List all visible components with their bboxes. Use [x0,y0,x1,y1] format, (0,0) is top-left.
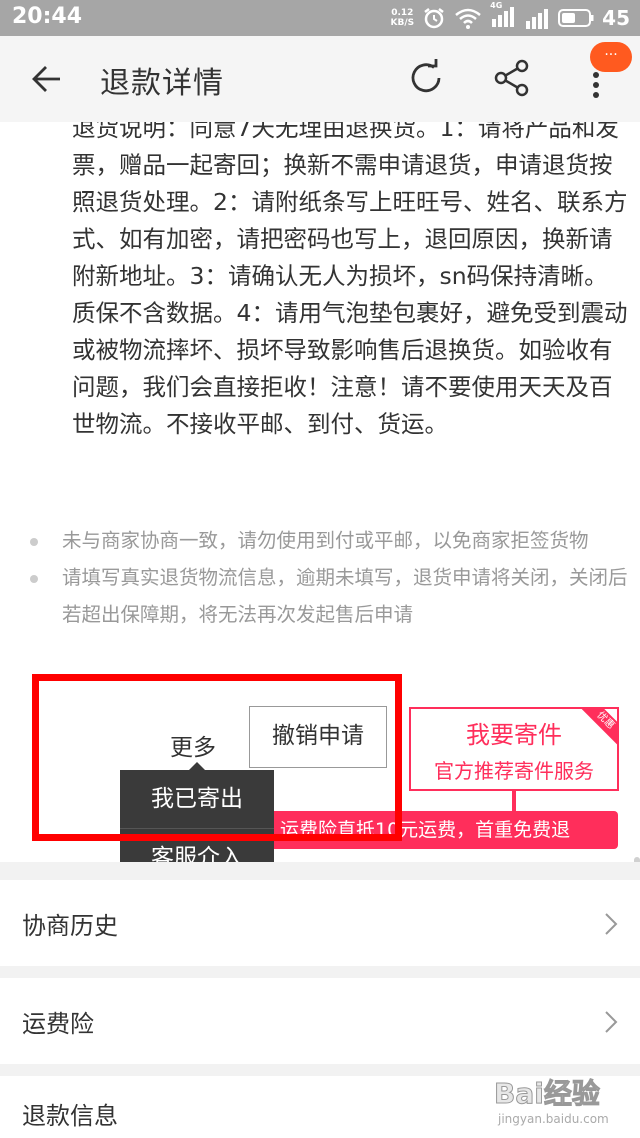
ship-subtitle: 官方推荐寄件服务 [434,759,594,783]
tip-item: 请填写真实退货物流信息，逾期未填写，退货申请将关闭，关闭后若超出保障期，将无法再… [30,559,630,633]
return-instructions: 退货说明：同意7天无理由退换货。1：请将产品和发票，赠品一起寄回；换新不需申请退… [72,122,628,438]
signal-icon-2 [526,9,549,29]
network-speed: 0.12 KB/S [391,8,415,28]
menu-item-shipped[interactable]: 我已寄出 [120,770,274,828]
content-area: 退货说明：同意7天无理由退换货。1：请将产品和发票，赠品一起寄回；换新不需申请退… [0,122,640,862]
battery-level: 45 [602,6,630,30]
share-icon[interactable] [492,58,532,98]
chevron-right-icon [605,1011,618,1033]
cancel-request-button[interactable]: 撤销申请 [249,706,387,768]
tip-text: 未与商家协商一致，请勿使用到付或平邮，以免商家拒签货物 [62,529,589,552]
ship-service-card[interactable]: 我要寄件 官方推荐寄件服务 优惠 [409,707,619,791]
promo-connector [512,791,516,811]
watermark-logo-text: Bai经验 [494,1077,601,1111]
bullet-dot [30,538,38,546]
battery-icon [558,9,594,27]
section-divider [0,966,640,978]
tip-item: 未与商家协商一致，请勿使用到付或平邮，以免商家拒签货物 [30,522,630,559]
baidu-jingyan-watermark: Bai经验 jingyan.baidu.com [480,1068,640,1134]
list-row-negotiation-history[interactable]: 协商历史 [0,880,640,966]
tip-text: 请填写真实退货物流信息，逾期未填写，退货申请将关闭，关闭后若超出保障期，将无法再… [62,566,628,626]
notification-badge[interactable]: ··· [590,42,632,72]
status-icons: 0.12 KB/S 4G 45 [391,1,630,32]
refresh-icon[interactable] [406,58,446,98]
watermark-url: jingyan.baidu.com [498,1112,609,1126]
ship-title: 我要寄件 [466,721,562,749]
menu-item-customer-service[interactable]: 客服介入 [120,828,274,862]
page-title: 退款详情 [100,66,224,101]
network-speed-unit: KB/S [390,18,415,28]
network-speed-value: 0.12 [391,8,414,18]
section-divider [0,862,640,880]
alarm-icon [424,8,444,29]
status-bar: 20:44 0.12 KB/S 4G 45 [0,0,640,36]
menu-caret [188,762,206,771]
shipping-insurance-promo[interactable]: 运费险直抵10元运费，首重免费退 [270,811,618,849]
tips-list: 未与商家协商一致，请勿使用到付或平邮，以免商家拒签货物 请填写真实退货物流信息，… [30,522,630,633]
row-label: 协商历史 [22,912,118,940]
chevron-right-icon [605,913,618,935]
list-row-shipping-insurance[interactable]: 运费险 [0,978,640,1064]
signal-4g: 4G [490,1,516,31]
status-time: 20:44 [12,4,83,29]
more-popup-menu: 我已寄出 客服介入 [120,762,274,862]
back-arrow-icon[interactable] [30,62,64,96]
wifi-icon [455,8,481,29]
more-vertical-icon[interactable] [588,70,604,100]
bullet-dot [30,575,38,583]
network-type-label: 4G [490,1,503,10]
app-bar: 退款详情 ··· [0,36,640,122]
row-label: 运费险 [22,1010,94,1038]
more-button[interactable]: 更多 [170,728,216,762]
row-label: 退款信息 [22,1102,118,1130]
